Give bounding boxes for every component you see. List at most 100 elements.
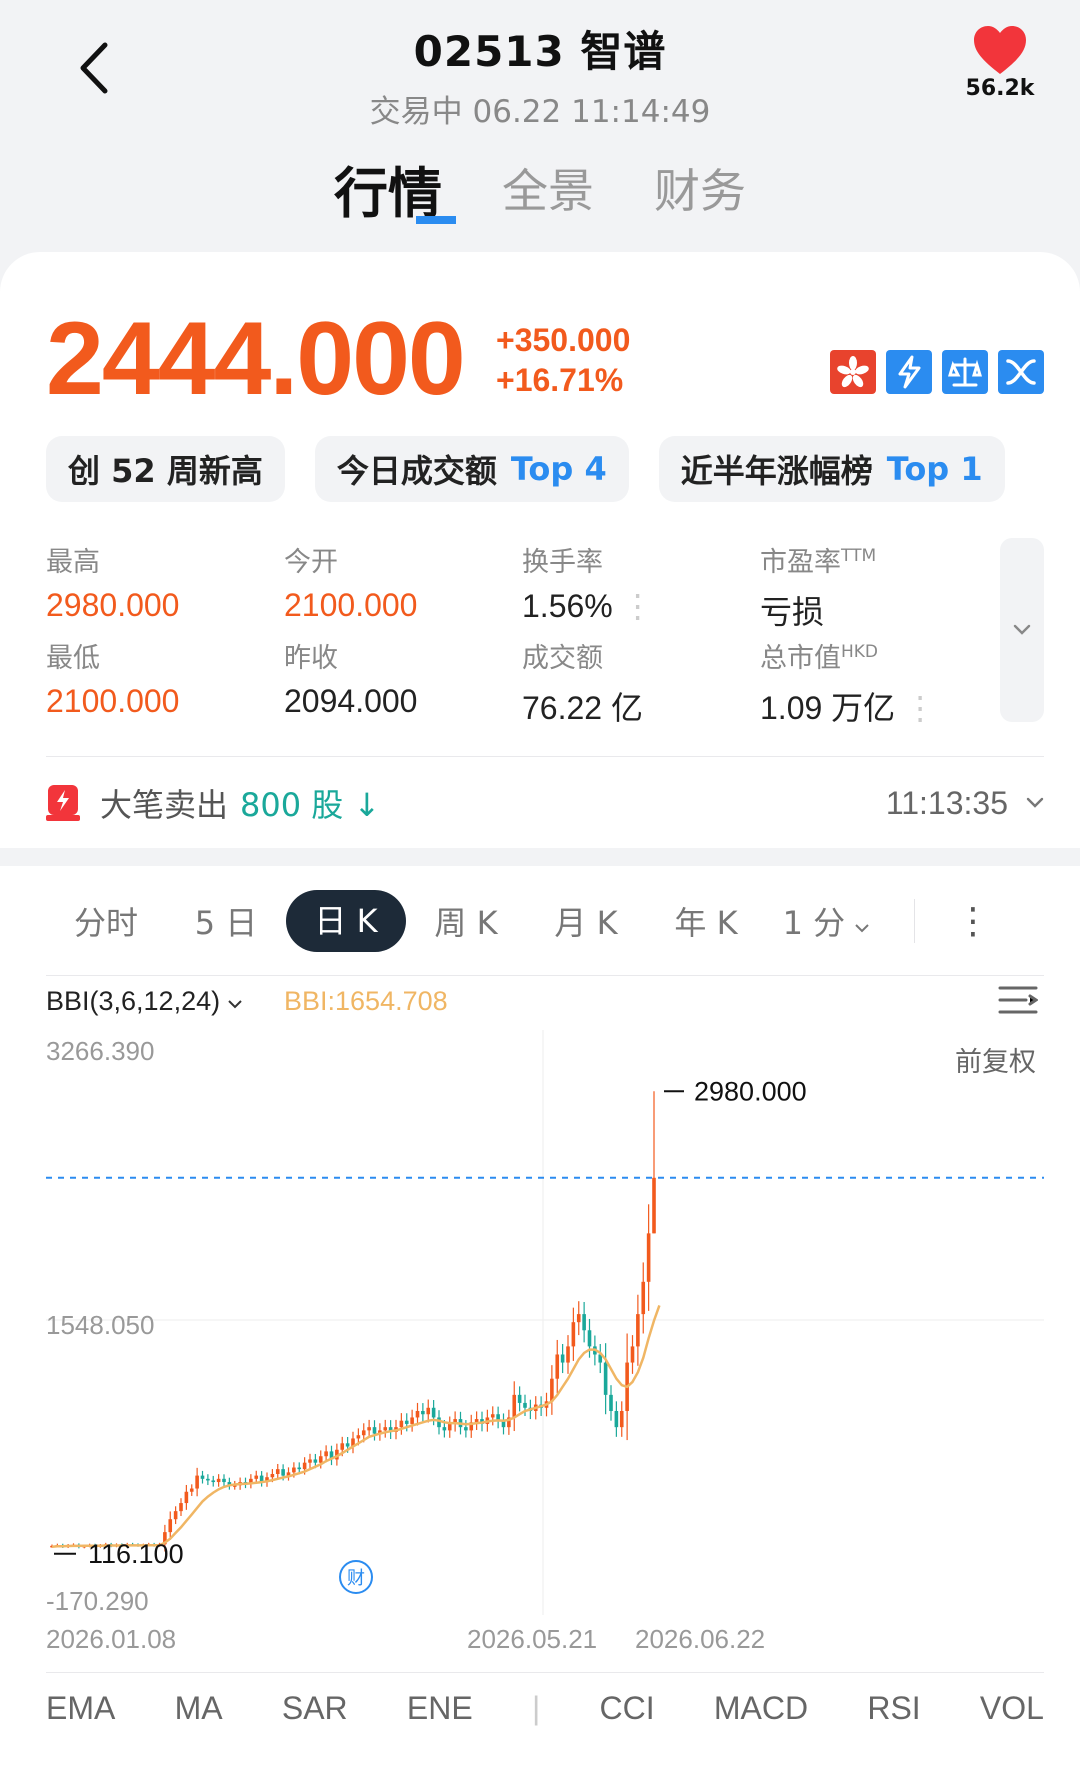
- more-dots-icon[interactable]: ⋮: [622, 588, 654, 624]
- tab-daily-k[interactable]: 日 K: [286, 890, 406, 952]
- candle-body: [421, 1411, 425, 1415]
- candle-body: [614, 1411, 619, 1428]
- candle-body: [555, 1354, 560, 1379]
- candlestick-chart[interactable]: 3266.390 1548.050 -170.290 2980.000 116.…: [0, 1010, 1080, 1660]
- candle-body: [512, 1394, 517, 1418]
- alert-icon: [46, 785, 80, 821]
- change-amount: +350.000: [496, 322, 631, 358]
- finance-event-icon: 财: [339, 1560, 373, 1594]
- tab-ene[interactable]: ENE: [407, 1690, 473, 1727]
- candle-body: [361, 1430, 366, 1436]
- pill-label: 近半年涨幅榜: [680, 452, 873, 490]
- pe-label: 市盈率: [760, 547, 841, 578]
- pill-gain-rank[interactable]: 近半年涨幅榜 Top 1: [658, 436, 1005, 502]
- candle-body: [340, 1443, 345, 1450]
- candle-body: [324, 1451, 328, 1457]
- candle-body: [582, 1314, 586, 1331]
- tab-weekly-k[interactable]: 周 K: [406, 898, 526, 944]
- candle-body: [576, 1314, 581, 1323]
- stat-value: 2094.000: [284, 683, 418, 719]
- tab-5day[interactable]: 5 日: [166, 898, 286, 944]
- chevron-down-icon: [855, 924, 870, 933]
- margin-icon[interactable]: [886, 350, 932, 394]
- stat-label: 最低: [46, 643, 100, 674]
- tab-quote[interactable]: 行情: [334, 149, 456, 228]
- candle-body: [211, 1480, 216, 1483]
- expand-stats-button[interactable]: [1000, 538, 1044, 722]
- candle-body: [464, 1427, 468, 1431]
- trading-status: 交易中 06.22 11:14:49: [369, 94, 711, 130]
- svg-text:财: 财: [347, 1568, 365, 1589]
- change-percent: +16.71%: [496, 362, 624, 398]
- chevron-down-icon: [227, 1000, 242, 1009]
- tab-overview[interactable]: 全景: [502, 155, 594, 228]
- candle-body: [270, 1473, 275, 1478]
- candle-body: [356, 1435, 361, 1439]
- candle-body: [517, 1394, 522, 1403]
- max-label: 2980.000: [694, 1076, 807, 1106]
- more-menu-icon[interactable]: ⋮: [955, 901, 991, 942]
- tab-sar[interactable]: SAR: [282, 1690, 348, 1727]
- candle-body: [431, 1407, 436, 1418]
- candle-body: [275, 1469, 280, 1474]
- candle-body: [195, 1475, 199, 1489]
- stat-market-cap: 总市值HKD 1.09 万亿 ⋮: [760, 636, 980, 729]
- tab-ma[interactable]: MA: [175, 1690, 223, 1727]
- pill-52-week-high[interactable]: 创 52 周新高: [46, 436, 285, 502]
- pill-label: 今日成交额: [336, 452, 497, 490]
- big-trade-row[interactable]: 大笔卖出 800 股 ↓ 11:13:35: [46, 780, 1044, 826]
- favorite-count: 56.2k: [965, 76, 1035, 101]
- pill-turnover-rank[interactable]: 今日成交额 Top 4: [314, 436, 629, 502]
- candle-body: [404, 1420, 409, 1424]
- stat-turnover: 换手率 1.56% ⋮: [522, 540, 742, 625]
- tab-ema[interactable]: EMA: [46, 1690, 115, 1727]
- connect-icon[interactable]: [998, 350, 1044, 394]
- stat-value: 76.22 亿: [522, 690, 643, 726]
- stat-label: 最高: [46, 547, 100, 578]
- candle-body: [587, 1330, 592, 1347]
- favorite-button[interactable]: 56.2k: [960, 24, 1040, 101]
- more-dots-icon[interactable]: ⋮: [904, 690, 936, 726]
- tab-yearly-k[interactable]: 年 K: [646, 898, 766, 944]
- candle-body: [206, 1478, 210, 1481]
- last-price: 2444.000: [46, 301, 466, 417]
- chevron-down-icon: [1013, 624, 1031, 635]
- candle-body: [173, 1511, 178, 1520]
- stat-amount: 成交额 76.22 亿: [522, 636, 742, 729]
- y-tick-label: -170.290: [46, 1586, 149, 1616]
- x-tick-label: 2026.01.08: [46, 1624, 176, 1654]
- highlight-pills: 创 52 周新高 今日成交额 Top 4 近半年涨幅榜 Top 1: [46, 436, 1005, 502]
- candle-body: [184, 1491, 189, 1504]
- candle-body: [313, 1459, 318, 1463]
- tab-macd[interactable]: MACD: [714, 1690, 808, 1727]
- tab-monthly-k[interactable]: 月 K: [526, 898, 646, 944]
- stat-label: 市盈率TTM: [760, 540, 980, 579]
- tab-intraday[interactable]: 分时: [46, 898, 166, 944]
- tab-1min[interactable]: 1 分: [766, 898, 886, 944]
- candle-body: [630, 1346, 635, 1363]
- period-tabs: 分时 5 日 日 K 周 K 月 K 年 K 1 分 ⋮: [46, 888, 1044, 954]
- tab-cci[interactable]: CCI: [600, 1690, 655, 1727]
- hk-flag-icon[interactable]: [830, 350, 876, 394]
- stock-title: 02513 智谱: [413, 27, 667, 76]
- tab-rsi[interactable]: RSI: [867, 1690, 920, 1727]
- min-label: 116.100: [88, 1539, 184, 1569]
- pe-sup: TTM: [841, 546, 877, 566]
- candle-body: [308, 1459, 312, 1463]
- stat-label: 总市值HKD: [760, 636, 980, 675]
- candle-body: [399, 1420, 404, 1428]
- tab-vol[interactable]: VOL: [980, 1690, 1044, 1727]
- tab-finance[interactable]: 财务: [654, 155, 746, 228]
- divider: [46, 756, 1044, 757]
- balance-icon[interactable]: [942, 350, 988, 394]
- tab-separator: |: [531, 1690, 541, 1726]
- market-badges: [830, 350, 1044, 394]
- candle-body: [383, 1427, 388, 1431]
- candle-body: [426, 1407, 431, 1415]
- main-tabs: 行情 全景 财务: [0, 155, 1080, 228]
- candle-body: [447, 1423, 452, 1431]
- stat-label: 换手率: [522, 547, 603, 578]
- candle-body: [652, 1177, 656, 1234]
- tab-separator: [914, 899, 915, 943]
- mcap-label: 总市值: [760, 643, 841, 674]
